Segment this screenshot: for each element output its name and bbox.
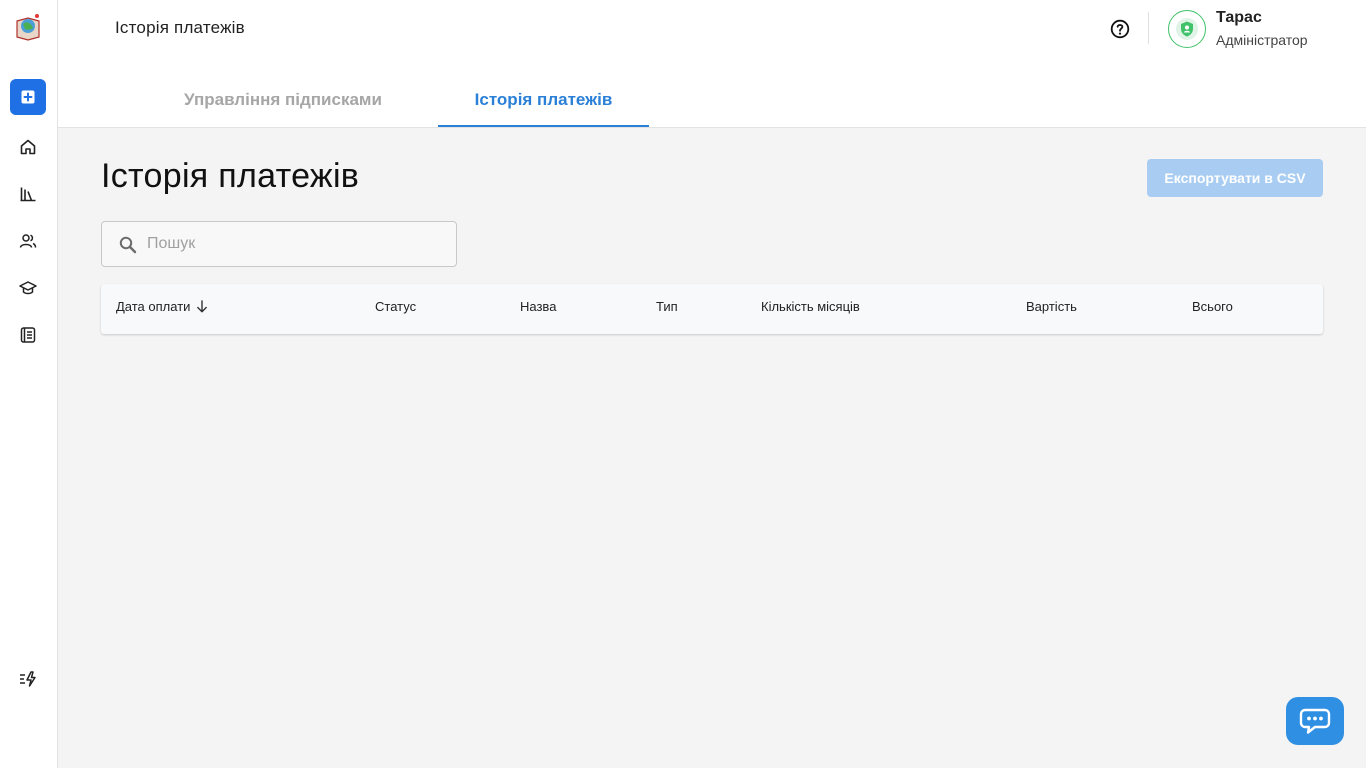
shield-user-icon [1176, 18, 1198, 40]
tab-subscriptions[interactable]: Управління підписками [183, 90, 383, 110]
help-icon [1110, 19, 1130, 39]
library-icon [20, 187, 36, 202]
export-csv-button[interactable]: Експортувати в CSV [1147, 159, 1323, 197]
user-role: Адміністратор [1216, 32, 1308, 48]
quick-actions-icon [20, 671, 36, 687]
search-field[interactable] [101, 221, 457, 267]
page-title: Історія платежів [101, 157, 360, 195]
column-label: Дата оплати [116, 299, 191, 314]
search-input[interactable] [147, 232, 447, 256]
users-icon [19, 234, 37, 248]
avatar[interactable] [1168, 10, 1206, 48]
column-header-months[interactable]: Кількість місяців [761, 299, 860, 314]
arrow-down-icon [196, 300, 208, 316]
chat-support-button[interactable] [1286, 697, 1344, 745]
column-header-type[interactable]: Тип [656, 299, 678, 314]
sidebar-item-courses[interactable] [10, 270, 46, 306]
column-header-name[interactable]: Назва [520, 299, 556, 314]
sidebar-item-journal[interactable] [10, 317, 46, 353]
sidebar [0, 0, 58, 768]
column-header-payment-date[interactable]: Дата оплати [116, 299, 208, 316]
sidebar-item-home[interactable] [10, 129, 46, 165]
help-button[interactable] [1110, 19, 1130, 39]
search-icon [119, 236, 137, 254]
tab-payment-history[interactable]: Історія платежів [438, 90, 649, 110]
active-tab-indicator [438, 125, 649, 127]
sidebar-item-quick-actions[interactable] [10, 661, 46, 697]
column-header-status[interactable]: Статус [375, 299, 416, 314]
home-icon [20, 139, 36, 155]
app-logo[interactable] [13, 12, 43, 42]
sidebar-item-add[interactable] [10, 79, 46, 115]
sidebar-item-users[interactable] [10, 223, 46, 259]
chat-bubble-icon [1299, 708, 1331, 734]
graduation-cap-icon [19, 281, 37, 295]
notebook-icon [20, 327, 36, 343]
table-header: Дата оплати Статус Назва Тип Кількість м… [101, 284, 1323, 334]
header-title: Історія платежів [115, 18, 245, 37]
column-header-total[interactable]: Всього [1192, 299, 1233, 314]
sidebar-item-library[interactable] [10, 176, 46, 212]
plus-square-icon [21, 90, 35, 104]
top-bar: Історія платежів Тарас Адміністратор Упр… [58, 0, 1366, 128]
header-divider [1148, 12, 1149, 44]
user-name[interactable]: Тарас [1216, 9, 1262, 27]
column-header-price[interactable]: Вартість [1026, 299, 1077, 314]
